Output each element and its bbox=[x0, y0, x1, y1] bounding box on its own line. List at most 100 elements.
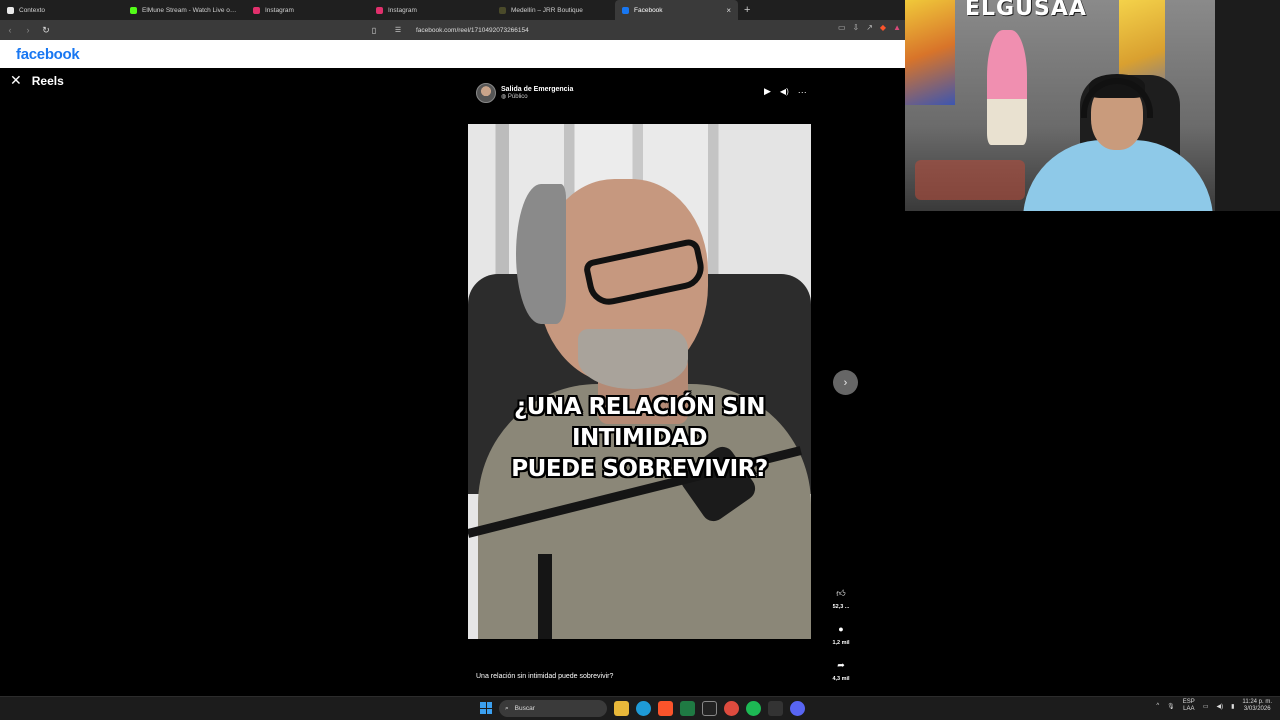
tab-title: Instagram bbox=[388, 6, 417, 14]
file-explorer-icon[interactable] bbox=[614, 701, 629, 716]
language-code: ESP bbox=[1182, 699, 1195, 705]
privacy-text: Público bbox=[507, 94, 528, 100]
facebook-favicon-icon bbox=[622, 6, 629, 14]
browser-tab[interactable]: Contexto bbox=[0, 0, 123, 20]
facebook-logo[interactable]: facebook bbox=[16, 46, 80, 63]
reel-author: Salida de Emergencia ◍ Público bbox=[476, 83, 573, 103]
comment-icon[interactable]: ● bbox=[832, 620, 850, 638]
keyboard-layout: LAA bbox=[1183, 706, 1195, 712]
site-info-icon[interactable]: ☰ bbox=[390, 22, 406, 38]
download-icon[interactable]: ⇩ bbox=[853, 23, 860, 32]
browser-tab[interactable]: Medellín – JRR Boutique bbox=[492, 0, 615, 20]
share-count: 4,3 mil bbox=[832, 676, 850, 682]
chrome-icon[interactable] bbox=[724, 701, 739, 716]
close-icon[interactable]: ✕ bbox=[10, 72, 22, 89]
search-placeholder: Buscar bbox=[514, 705, 535, 712]
battery-icon[interactable]: ▮ bbox=[1231, 703, 1234, 710]
close-tab-icon[interactable]: × bbox=[726, 6, 731, 15]
caption-line: ¿UNA RELACIÓN SIN INTIMIDAD bbox=[513, 394, 766, 451]
spotify-icon[interactable] bbox=[746, 701, 761, 716]
brave-icon[interactable] bbox=[658, 701, 673, 716]
browser-tab[interactable]: ElMune Stream - Watch Live on Kick bbox=[123, 0, 246, 20]
kick-favicon-icon bbox=[130, 6, 137, 14]
reel-video[interactable]: ¿UNA RELACIÓN SIN INTIMIDAD PUEDE SOBREV… bbox=[468, 124, 811, 639]
browser-toolbar: ‹ › ↻ ▯ ☰ facebook.com/reel/171049207326… bbox=[0, 20, 905, 40]
more-options-icon[interactable]: ··· bbox=[798, 87, 807, 97]
network-icon[interactable]: ▭ bbox=[1203, 703, 1209, 710]
avatar[interactable] bbox=[476, 83, 496, 103]
play-icon[interactable]: ▶ bbox=[764, 86, 771, 97]
next-reel-button[interactable]: › bbox=[833, 370, 858, 395]
reels-header: ✕ Reels bbox=[10, 72, 64, 89]
caption-line: PUEDE SOBREVIVIR? bbox=[511, 456, 768, 482]
video-person-beard bbox=[578, 329, 688, 389]
tab-title: Medellín – JRR Boutique bbox=[511, 6, 583, 14]
like-icon[interactable]: 👍︎ bbox=[832, 584, 850, 602]
microphone-icon[interactable]: 🎙︎ bbox=[1167, 703, 1175, 710]
clock-date: 3/03/2026 bbox=[1243, 706, 1271, 712]
like-action[interactable]: 👍︎ 52,3 ... bbox=[832, 584, 850, 611]
webcam-wall-sign: ELGUSAA bbox=[965, 0, 1087, 21]
rewards-icon[interactable]: ▲ bbox=[893, 23, 901, 32]
contexto-favicon-icon bbox=[7, 6, 14, 14]
reel-actions: 👍︎ 52,3 ... ● 1,2 mil ➦ 4,3 mil bbox=[824, 584, 858, 688]
browser-tab-active[interactable]: Facebook × bbox=[615, 0, 738, 20]
discord-icon[interactable] bbox=[790, 701, 805, 716]
webcam-poster-left bbox=[905, 0, 955, 105]
address-input[interactable]: facebook.com/reel/1710492073266154 bbox=[416, 27, 529, 34]
system-tray: ^ 🎙︎ ESP LAA ▭ ◀) ▮ 11:24 p. m. 3/03/202… bbox=[1156, 699, 1272, 713]
browser-tab[interactable]: Instagram bbox=[369, 0, 492, 20]
player-controls: ▶ ◀) ··· bbox=[764, 86, 807, 97]
video-caption: ¿UNA RELACIÓN SIN INTIMIDAD PUEDE SOBREV… bbox=[468, 392, 811, 485]
mute-icon[interactable]: ◀) bbox=[780, 87, 789, 96]
edge-icon[interactable] bbox=[636, 701, 651, 716]
browser-tab-bar: Contexto ElMune Stream - Watch Live on K… bbox=[0, 0, 905, 20]
chevron-up-icon[interactable]: ^ bbox=[1156, 703, 1159, 709]
reel-description[interactable]: Una relación sin intimidad puede sobrevi… bbox=[476, 673, 613, 680]
instagram-favicon-icon bbox=[253, 6, 260, 14]
back-icon[interactable]: ‹ bbox=[2, 22, 18, 38]
tab-title: Facebook bbox=[634, 6, 663, 14]
new-tab-button[interactable]: + bbox=[744, 4, 750, 16]
comment-action[interactable]: ● 1,2 mil bbox=[832, 620, 850, 646]
chevron-right-icon: › bbox=[843, 376, 848, 389]
search-icon: ⌕ bbox=[505, 704, 509, 712]
excel-icon[interactable] bbox=[680, 701, 695, 716]
share-action[interactable]: ➦ 4,3 mil bbox=[832, 656, 850, 683]
taskbar-apps bbox=[614, 701, 805, 716]
tab-title: ElMune Stream - Watch Live on Kick bbox=[142, 6, 239, 14]
page-title: Reels bbox=[31, 73, 64, 88]
boutique-favicon-icon bbox=[499, 6, 506, 14]
language-indicator[interactable]: ESP LAA bbox=[1183, 699, 1195, 713]
forward-icon[interactable]: › bbox=[20, 22, 36, 38]
brave-shield-icon[interactable]: ◆ bbox=[880, 23, 886, 32]
webcam-acoustic-panel bbox=[1215, 0, 1280, 211]
video-mic-stand bbox=[538, 554, 552, 639]
author-name[interactable]: Salida de Emergencia bbox=[501, 86, 573, 93]
video-person-hair bbox=[516, 184, 566, 324]
capcut-icon[interactable] bbox=[702, 701, 717, 716]
browser-tab[interactable]: Instagram bbox=[246, 0, 369, 20]
privacy-label: ◍ Público bbox=[501, 93, 573, 100]
facebook-header: facebook bbox=[0, 40, 905, 68]
share-page-icon[interactable]: ↗ bbox=[866, 23, 873, 32]
clock-time: 11:24 p. m. bbox=[1242, 699, 1272, 705]
windows-taskbar: ⌕ Buscar ^ 🎙︎ ESP LAA ▭ ◀) ▮ 11:24 p. m.… bbox=[0, 696, 1280, 720]
webcam-desk-object bbox=[915, 160, 1025, 200]
share-icon[interactable]: ➦ bbox=[832, 656, 850, 674]
globe-icon: ◍ bbox=[501, 94, 508, 100]
like-count: 52,3 ... bbox=[832, 604, 850, 610]
obs-icon[interactable] bbox=[768, 701, 783, 716]
windows-start-icon[interactable] bbox=[480, 702, 492, 714]
webcam-overlay: ELGUSAA bbox=[905, 0, 1280, 211]
cast-icon[interactable]: ▭ bbox=[838, 23, 846, 32]
tab-title: Instagram bbox=[265, 6, 294, 14]
bookmark-icon[interactable]: ▯ bbox=[366, 22, 382, 38]
reload-icon[interactable]: ↻ bbox=[38, 22, 54, 38]
tab-title: Contexto bbox=[19, 6, 46, 14]
instagram-favicon-icon bbox=[376, 6, 383, 14]
comment-count: 1,2 mil bbox=[832, 640, 850, 646]
clock[interactable]: 11:24 p. m. 3/03/2026 bbox=[1242, 699, 1272, 713]
volume-icon[interactable]: ◀) bbox=[1216, 703, 1223, 710]
taskbar-search[interactable]: ⌕ Buscar bbox=[499, 700, 607, 717]
